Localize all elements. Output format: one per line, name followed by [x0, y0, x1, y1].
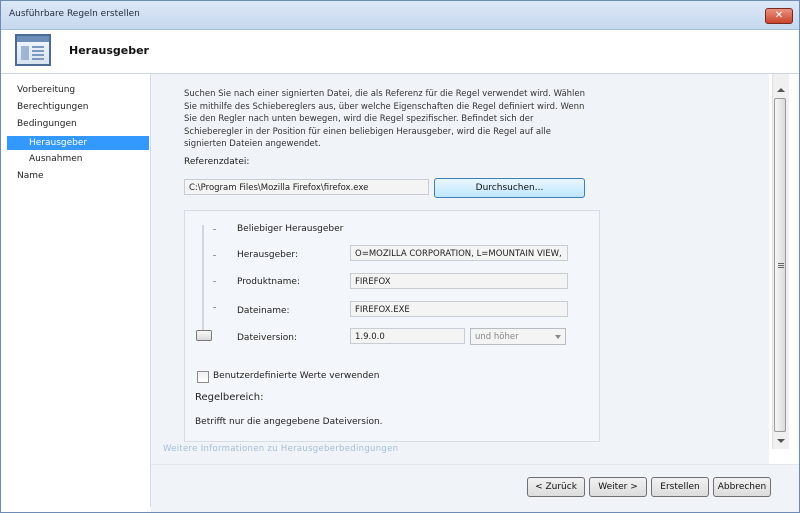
slider-tick: [213, 229, 216, 230]
slider-tick: [213, 307, 216, 308]
slider-tick: [213, 281, 216, 282]
page-header: Herausgeber: [1, 30, 799, 74]
scrollbar-thumb[interactable]: [774, 98, 786, 432]
chevron-down-icon: [555, 335, 561, 339]
rule-scope-heading: Regelbereich:: [195, 392, 264, 403]
wizard-nav: Vorbereitung Berechtigungen Bedingungen …: [1, 74, 151, 507]
description-text: Suchen Sie nach einer signierten Datei, …: [184, 89, 586, 149]
specificity-slider-thumb[interactable]: [196, 330, 212, 341]
product-name-field[interactable]: FIREFOX: [350, 273, 568, 289]
file-version-label: Dateiversion:: [237, 333, 298, 343]
rule-wizard-icon: [15, 34, 51, 66]
reference-file-label: Referenzdatei:: [184, 157, 250, 167]
publisher-conditions-group: Beliebiger Herausgeber Herausgeber: O=MO…: [184, 210, 600, 442]
browse-button[interactable]: Durchsuchen...: [434, 178, 585, 198]
nav-item-vorbereitung[interactable]: Vorbereitung: [17, 85, 75, 95]
product-name-label: Produktname:: [237, 277, 300, 287]
next-button[interactable]: Weiter >: [589, 477, 647, 497]
cancel-button[interactable]: Abbrechen: [713, 477, 771, 497]
publisher-field[interactable]: O=MOZILLA CORPORATION, L=MOUNTAIN VIEW,: [350, 245, 568, 261]
slider-tick: [213, 255, 216, 256]
version-operator-value: und höher: [475, 332, 519, 342]
custom-values-label[interactable]: Benutzerdefinierte Werte verwenden: [213, 371, 379, 381]
nav-item-bedingungen[interactable]: Bedingungen: [17, 119, 77, 129]
nav-item-name[interactable]: Name: [17, 171, 44, 181]
version-operator-dropdown[interactable]: und höher: [470, 328, 566, 345]
grip-icon: [778, 263, 784, 264]
specificity-slider-track[interactable]: [202, 225, 204, 331]
create-button[interactable]: Erstellen: [651, 477, 709, 497]
title-bar: Ausführbare Regeln erstellen ✕: [1, 1, 799, 30]
main-content: Suchen Sie nach einer signierten Datei, …: [151, 74, 769, 464]
page-title: Herausgeber: [69, 44, 149, 57]
file-version-field[interactable]: 1.9.0.0: [350, 328, 465, 344]
close-icon: ✕: [774, 10, 784, 21]
wizard-window: Ausführbare Regeln erstellen ✕ Herausgeb…: [0, 0, 800, 513]
reference-file-field[interactable]: C:\Program Files\Mozilla Firefox\firefox…: [184, 179, 429, 195]
wizard-footer: < Zurück Weiter > Erstellen Abbrechen: [151, 464, 799, 512]
scroll-up-icon[interactable]: [777, 88, 785, 92]
nav-item-berechtigungen[interactable]: Berechtigungen: [17, 102, 89, 112]
publisher-label: Herausgeber:: [237, 250, 298, 260]
back-button[interactable]: < Zurück: [527, 477, 585, 497]
more-info-link[interactable]: Weitere Informationen zu Herausgeberbedi…: [163, 444, 398, 454]
close-button[interactable]: ✕: [765, 8, 793, 24]
scroll-down-icon[interactable]: [777, 439, 785, 443]
rule-scope-text: Betrifft nur die angegebene Dateiversion…: [195, 417, 383, 427]
any-publisher-label: Beliebiger Herausgeber: [237, 224, 344, 234]
file-name-field[interactable]: FIREFOX.EXE: [350, 301, 568, 317]
custom-values-checkbox[interactable]: [197, 371, 209, 383]
file-name-label: Dateiname:: [237, 306, 290, 316]
vertical-scrollbar[interactable]: [772, 74, 789, 449]
nav-item-ausnahmen[interactable]: Ausnahmen: [29, 154, 82, 164]
window-title: Ausführbare Regeln erstellen: [9, 9, 140, 19]
nav-item-herausgeber[interactable]: Herausgeber: [7, 136, 149, 150]
